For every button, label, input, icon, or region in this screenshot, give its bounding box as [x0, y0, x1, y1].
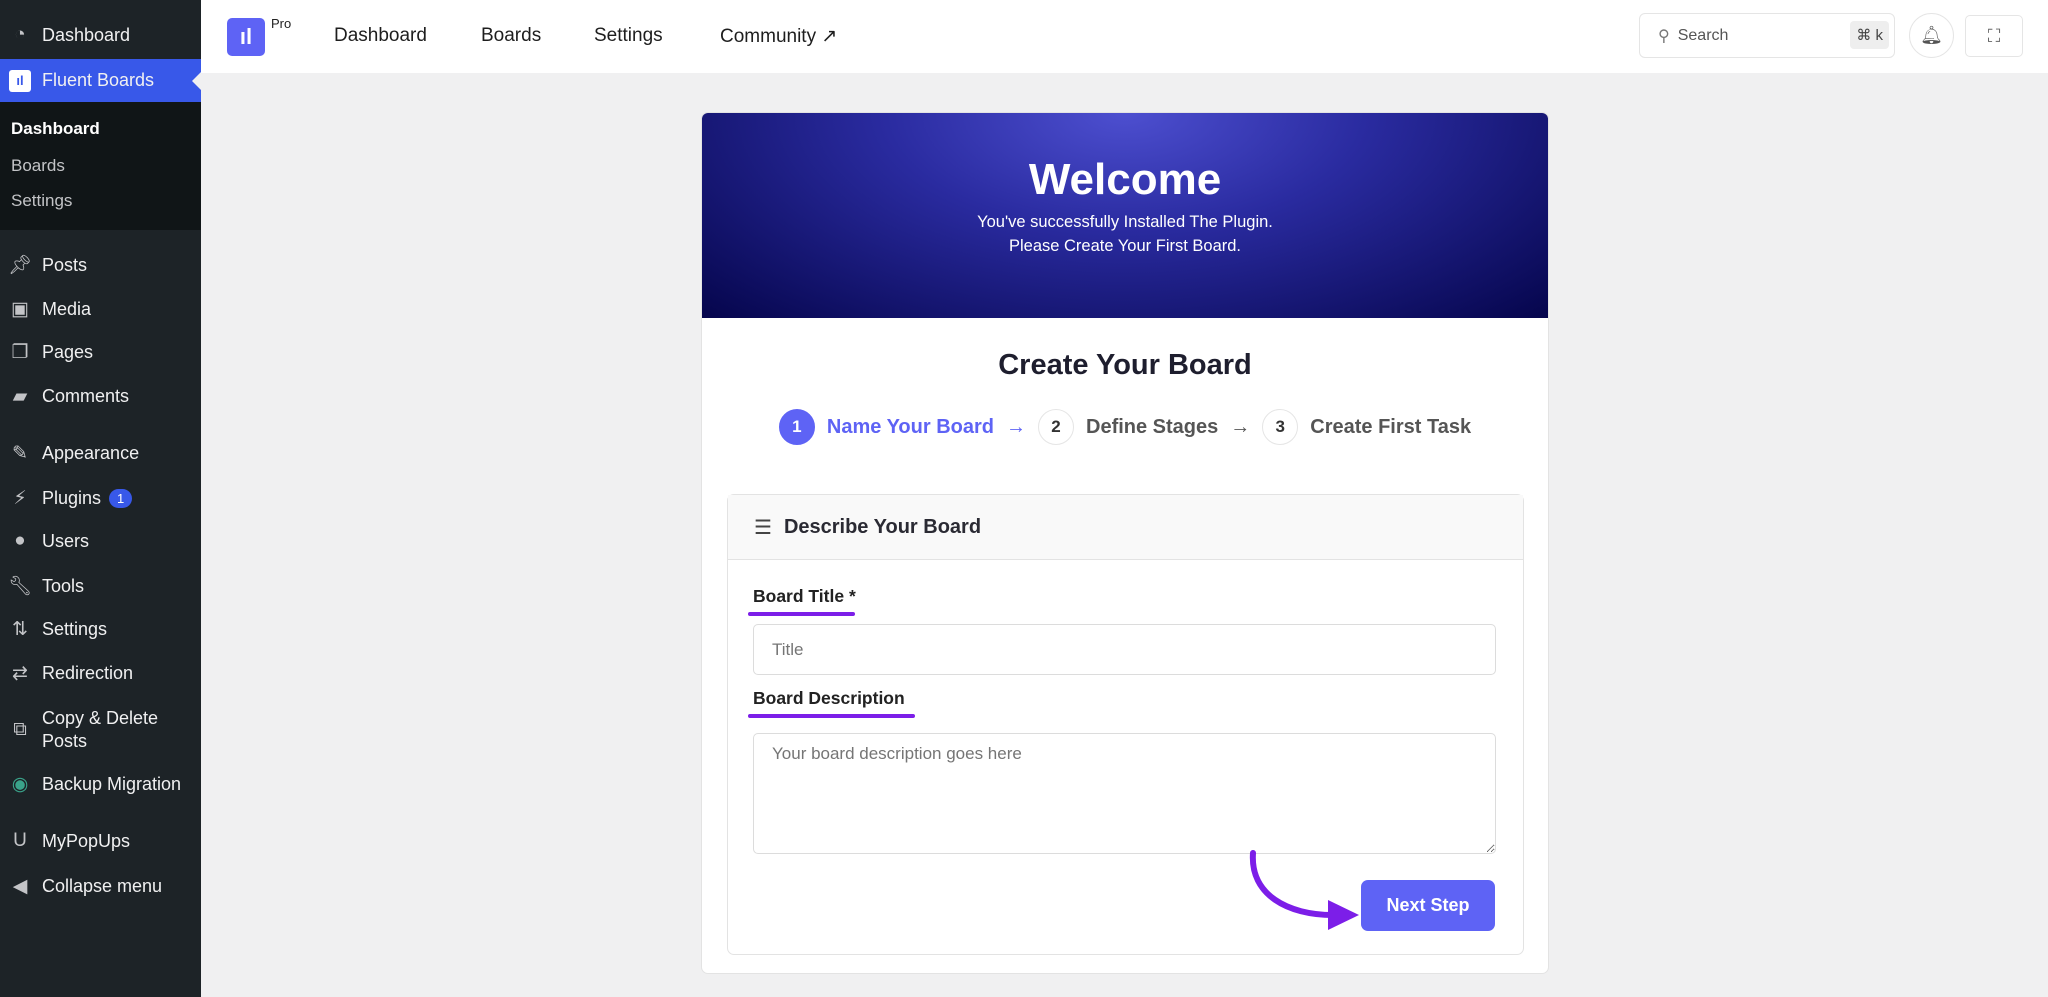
settings-icon: ⇅: [12, 619, 28, 640]
nav-settings[interactable]: Settings: [594, 25, 663, 47]
sidebar-item-label: Comments: [42, 386, 130, 406]
sidebar-item-fluent-boards[interactable]: ıl Fluent Boards: [0, 59, 201, 102]
admin-sidebar: ◔ Dashboard ıl Fluent Boards Dashboard Boa…: [0, 0, 201, 997]
dashboard-icon: ◔: [14, 24, 26, 45]
welcome-banner: Welcome You've successfully Installed Th…: [702, 113, 1548, 318]
sidebar-item-label: Pages: [42, 342, 94, 362]
step-2-number: 2: [1038, 409, 1074, 445]
submenu-boards[interactable]: Boards: [11, 156, 65, 176]
sidebar-item-dashboard[interactable]: ◔ Dashboard: [0, 22, 201, 48]
sidebar-item-label: Tools: [42, 575, 85, 596]
sidebar-item-collapse-menu[interactable]: ◀ Collapse menu: [0, 875, 201, 898]
sidebar-item-copy-delete-posts[interactable]: ⧉ Copy & Delete Posts: [0, 707, 201, 753]
submenu-settings[interactable]: Settings: [11, 191, 72, 211]
sidebar-item-redirection[interactable]: ⇄ Redirection: [0, 662, 201, 685]
sidebar-item-label: Plugins: [42, 488, 102, 508]
fullscreen-icon[interactable]: ⛶: [1965, 15, 2023, 57]
backup-icon: ◉: [11, 774, 29, 795]
pro-label: Pro: [271, 16, 292, 31]
step-1-number: 1: [778, 409, 815, 445]
sidebar-item-plugins[interactable]: ⚡︎ Plugins 1: [0, 487, 201, 510]
notification-bell-icon[interactable]: 🔔︎: [1909, 13, 1954, 58]
fluent-boards-logo[interactable]: ıl: [227, 18, 265, 56]
shortcut-hint: ⌘ k: [1850, 21, 1889, 49]
onboarding-card: Welcome You've successfully Installed Th…: [701, 112, 1549, 974]
sidebar-item-appearance[interactable]: ✎ Appearance: [0, 442, 201, 465]
nav-dashboard[interactable]: Dashboard: [334, 25, 427, 47]
sidebar-item-comments[interactable]: ▰ Comments: [0, 385, 201, 408]
brush-icon: ✎: [12, 443, 28, 464]
pin-icon: 📌︎: [7, 255, 33, 276]
fluent-boards-submenu: Dashboard Boards Settings: [0, 102, 201, 230]
wizard-steps: 1 Name Your Board → 2 Define Stages → 3 …: [702, 409, 1548, 445]
popup-icon: U: [13, 830, 27, 851]
arrow-right-icon: →: [1230, 415, 1251, 438]
sidebar-item-label: MyPopUps: [42, 830, 131, 851]
wrench-icon: 🔧︎: [7, 576, 33, 597]
sidebar-item-tools[interactable]: 🔧︎ Tools: [0, 574, 201, 598]
sidebar-item-label: Users: [42, 530, 90, 551]
describe-board-section: ☰Describe Your Board Board Title * Board…: [727, 494, 1524, 955]
sidebar-item-pages[interactable]: ❐ Pages: [0, 341, 201, 364]
step-3-number: 3: [1262, 409, 1299, 445]
welcome-line-1: You've successfully Installed The Plugin…: [977, 213, 1273, 231]
step-2-label: Define Stages: [1086, 415, 1219, 438]
plug-icon: ⚡︎: [13, 488, 27, 509]
step-1-label: Name Your Board: [826, 415, 994, 438]
redirect-icon: ⇄: [12, 663, 28, 684]
sidebar-item-label: Appearance: [42, 443, 140, 463]
copy-icon: ⧉: [13, 719, 27, 740]
sidebar-item-backup-migration[interactable]: ◉ Backup Migration: [0, 773, 201, 796]
media-icon: ▣: [11, 299, 29, 320]
nav-boards[interactable]: Boards: [481, 25, 541, 47]
submenu-dashboard[interactable]: Dashboard: [11, 119, 100, 139]
sidebar-item-label: Posts: [42, 254, 88, 275]
search-icon: ⚲: [1658, 27, 1670, 45]
update-count-badge: 1: [109, 489, 133, 508]
sidebar-item-posts[interactable]: 📌︎ Posts: [0, 253, 201, 277]
step-3-label: Create First Task: [1310, 415, 1472, 438]
sidebar-item-settings[interactable]: ⇅ Settings: [0, 618, 201, 641]
pages-icon: ❐: [11, 342, 29, 363]
user-icon: ●: [14, 530, 26, 551]
sidebar-item-label: Redirection: [42, 663, 134, 683]
top-nav-bar: ıl Pro Dashboard Boards Settings Communi…: [201, 0, 2048, 73]
nav-community[interactable]: Community ↗: [720, 25, 837, 48]
sidebar-item-label: Media: [42, 299, 92, 319]
welcome-line-2: Please Create Your First Board.: [1008, 237, 1242, 255]
sidebar-item-media[interactable]: ▣ Media: [0, 298, 201, 321]
sidebar-item-mypopups[interactable]: U MyPopUps: [0, 830, 201, 852]
collapse-icon: ◀: [12, 876, 28, 897]
fluent-boards-icon: ıl: [9, 69, 31, 92]
wizard-title: Create Your Board: [998, 349, 1252, 381]
welcome-title: Welcome: [1028, 155, 1222, 204]
comment-icon: ▰: [12, 386, 28, 407]
search-input[interactable]: ⚲ Search ⌘ k: [1639, 13, 1895, 58]
sidebar-item-label: Settings: [42, 619, 108, 639]
sidebar-item-label: Copy & Delete Posts: [42, 708, 159, 751]
arrow-right-icon: →: [1006, 415, 1026, 438]
sidebar-item-users[interactable]: ● Users: [0, 530, 201, 552]
sidebar-item-label: Collapse menu: [42, 876, 163, 896]
next-step-button[interactable]: Next Step: [1361, 880, 1495, 931]
sidebar-item-label: Backup Migration: [42, 774, 182, 794]
